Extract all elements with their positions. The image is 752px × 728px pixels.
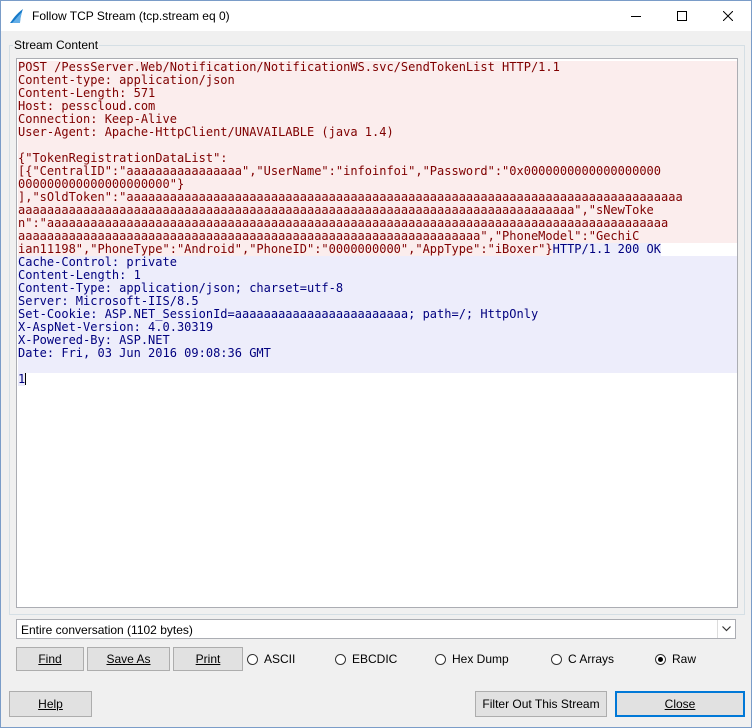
- wireshark-fin-icon: [10, 9, 23, 23]
- client-line: ],"sOldToken":"aaaaaaaaaaaaaaaaaaaaaaaaa…: [18, 191, 737, 204]
- client-segment: ian11198","PhoneType":"Android","PhoneID…: [18, 243, 553, 256]
- server-line: Content-Type: application/json; charset=…: [18, 282, 737, 295]
- follow-tcp-stream-window: Follow TCP Stream (tcp.stream eq 0) Stre…: [0, 0, 752, 728]
- client-line: User-Agent: Apache-HttpClient/UNAVAILABL…: [18, 126, 737, 139]
- server-line: Server: Microsoft-IIS/8.5: [18, 295, 737, 308]
- find-button[interactable]: Find: [16, 647, 84, 671]
- radio-indicator-selected: [655, 653, 666, 665]
- window-title: Follow TCP Stream (tcp.stream eq 0): [32, 9, 230, 23]
- print-button[interactable]: Print: [173, 647, 243, 671]
- client-line: POST /PessServer.Web/Notification/Notifi…: [18, 61, 737, 74]
- minimize-button[interactable]: [613, 1, 659, 31]
- save-as-button[interactable]: Save As: [87, 647, 170, 671]
- radio-raw[interactable]: Raw: [655, 651, 696, 667]
- radio-c-arrays[interactable]: C Arrays: [551, 651, 614, 667]
- server-line: X-Powered-By: ASP.NET: [18, 334, 737, 347]
- client-line: [18, 139, 737, 152]
- radio-indicator: [247, 653, 258, 665]
- conversation-select[interactable]: Entire conversation (1102 bytes): [16, 619, 736, 639]
- radio-indicator: [335, 653, 346, 665]
- server-line: Content-Length: 1: [18, 269, 737, 282]
- title-bar[interactable]: Follow TCP Stream (tcp.stream eq 0): [1, 1, 751, 31]
- client-line: [{"CentralID":"aaaaaaaaaaaaaaaa","UserNa…: [18, 165, 737, 178]
- radio-label: Raw: [672, 652, 697, 666]
- conversation-select-value: Entire conversation (1102 bytes): [21, 623, 193, 637]
- server-line: Cache-Control: private: [18, 256, 737, 269]
- help-button[interactable]: Help: [9, 691, 92, 717]
- body-line: 1: [18, 373, 737, 386]
- server-line: X-AspNet-Version: 4.0.30319: [18, 321, 737, 334]
- mixed-line: ian11198","PhoneType":"Android","PhoneID…: [18, 243, 737, 256]
- radio-ascii[interactable]: ASCII: [247, 651, 295, 667]
- client-line: 000000000000000000000"}: [18, 178, 737, 191]
- server-line: Set-Cookie: ASP.NET_SessionId=aaaaaaaaaa…: [18, 308, 737, 321]
- client-line: Host: pesscloud.com: [18, 100, 737, 113]
- chevron-down-icon: [722, 626, 731, 632]
- text-caret: [25, 373, 27, 385]
- radio-label: C Arrays: [568, 652, 615, 666]
- close-button[interactable]: Close: [615, 691, 745, 717]
- client-line: {"TokenRegistrationDataList":: [18, 152, 737, 165]
- radio-ebcdic[interactable]: EBCDIC: [335, 651, 397, 667]
- radio-label: EBCDIC: [352, 652, 398, 666]
- stream-content-text[interactable]: POST /PessServer.Web/Notification/Notifi…: [16, 58, 738, 608]
- client-line: Connection: Keep-Alive: [18, 113, 737, 126]
- server-segment: HTTP/1.1 200 OK: [552, 243, 661, 256]
- stream-content-label: Stream Content: [13, 38, 100, 52]
- close-window-button[interactable]: [705, 1, 751, 31]
- server-line: [18, 360, 737, 373]
- client-line: aaaaaaaaaaaaaaaaaaaaaaaaaaaaaaaaaaaaaaaa…: [18, 204, 737, 217]
- maximize-button[interactable]: [659, 1, 705, 31]
- server-body: 1: [18, 373, 26, 386]
- radio-hex-dump[interactable]: Hex Dump: [435, 651, 509, 667]
- radio-indicator: [435, 653, 446, 665]
- close-icon: [723, 11, 733, 21]
- radio-indicator: [551, 653, 562, 665]
- filter-out-stream-button[interactable]: Filter Out This Stream: [475, 691, 607, 717]
- client-line: aaaaaaaaaaaaaaaaaaaaaaaaaaaaaaaaaaaaaaaa…: [18, 230, 737, 243]
- client-line: n":"aaaaaaaaaaaaaaaaaaaaaaaaaaaaaaaaaaaa…: [18, 217, 737, 230]
- minimize-icon: [631, 16, 641, 17]
- server-line: Date: Fri, 03 Jun 2016 09:08:36 GMT: [18, 347, 737, 360]
- radio-label: Hex Dump: [452, 652, 509, 666]
- maximize-icon: [677, 11, 687, 21]
- client-line: Content-type: application/json: [18, 74, 737, 87]
- client-line: Content-Length: 571: [18, 87, 737, 100]
- radio-label: ASCII: [264, 652, 296, 666]
- conversation-dropdown-button[interactable]: [717, 620, 735, 638]
